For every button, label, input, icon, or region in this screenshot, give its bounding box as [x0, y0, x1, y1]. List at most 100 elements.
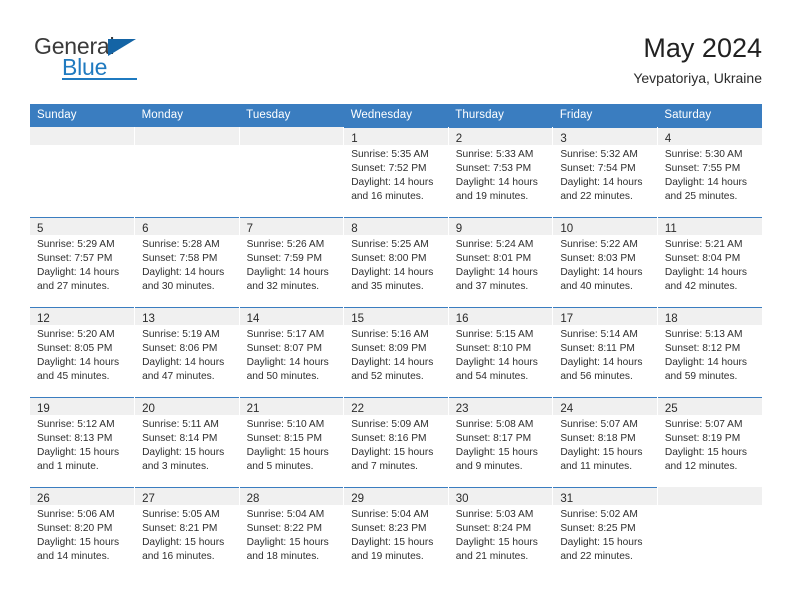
daylight-text: Daylight: 14 hours — [142, 357, 225, 369]
calendar-header-row: Sunday Monday Tuesday Wednesday Thursday Frid… — [30, 104, 762, 127]
daylight-text: Daylight: 14 hours — [246, 357, 329, 369]
sunrise-text: Sunrise: 5:14 AM — [560, 329, 638, 340]
sunrise-text: Sunrise: 5:05 AM — [142, 509, 220, 520]
day-number: 3 — [560, 133, 567, 145]
day-number: 30 — [455, 493, 469, 505]
sunset-text: Sunset: 8:04 PM — [664, 253, 741, 265]
weekday-header-saturday: Saturday — [657, 104, 762, 127]
calendar-day-cell[interactable]: 4 Sunrise: 5:30 AM Sunset: 7:55 PM Daylight… — [657, 127, 762, 217]
sunrise-text: Sunrise: 5:12 AM — [37, 419, 115, 430]
sunset-text: Sunset: 8:06 PM — [142, 343, 218, 355]
calendar-day-cell[interactable]: 26 Sunrise: 5:06 AM Sunset: 8:20 PM Dayligh… — [30, 487, 136, 577]
day-number: 31 — [560, 493, 574, 505]
day-number: 23 — [455, 403, 469, 415]
calendar-day-cell[interactable]: 22 Sunrise: 5:09 AM Sunset: 8:16 PM Dayligh… — [343, 397, 449, 487]
calendar-day-cell[interactable]: 7 Sunrise: 5:26 AM Sunset: 7:59 PM Daylight… — [239, 217, 345, 307]
calendar-week-row: 19 Sunrise: 5:12 AM Sunset: 8:13 PM Dayligh… — [30, 397, 762, 487]
sunrise-text: Sunrise: 5:20 AM — [37, 329, 115, 340]
calendar-day-cell[interactable]: 3 Sunrise: 5:32 AM Sunset: 7:54 PM Daylight… — [552, 127, 658, 217]
calendar-day-cell[interactable]: 19 Sunrise: 5:12 AM Sunset: 8:13 PM Dayligh… — [30, 397, 136, 487]
daylight-text: Daylight: 15 hours — [142, 447, 225, 459]
day-number: 25 — [664, 403, 678, 415]
calendar-day-cell[interactable]: 17 Sunrise: 5:14 AM Sunset: 8:11 PM Dayligh… — [552, 307, 658, 397]
daylight-text: Daylight: 15 hours — [351, 537, 434, 549]
calendar-day-cell[interactable]: 31 Sunrise: 5:02 AM Sunset: 8:25 PM Dayligh… — [552, 487, 658, 577]
sunrise-text: Sunrise: 5:09 AM — [351, 419, 429, 430]
daylight-text: Daylight: 14 hours — [664, 177, 747, 189]
sunrise-text: Sunrise: 5:17 AM — [246, 329, 325, 340]
calendar-day-cell[interactable]: 28 Sunrise: 5:04 AM Sunset: 8:22 PM Dayligh… — [239, 487, 345, 577]
calendar-day-cell[interactable]: 18 Sunrise: 5:13 AM Sunset: 8:12 PM Dayligh… — [657, 307, 762, 397]
calendar-week-row: 12 Sunrise: 5:20 AM Sunset: 8:05 PM Dayligh… — [30, 307, 762, 397]
calendar-day-cell[interactable]: 14 Sunrise: 5:17 AM Sunset: 8:07 PM Dayligh… — [239, 307, 345, 397]
daylight-text-cont: and 56 minutes. — [560, 371, 633, 383]
calendar-day-cell[interactable]: 20 Sunrise: 5:11 AM Sunset: 8:14 PM Dayligh… — [134, 397, 240, 487]
daylight-text: Daylight: 15 hours — [246, 447, 329, 459]
sunrise-text: Sunrise: 5:08 AM — [455, 419, 534, 430]
daylight-text: Daylight: 15 hours — [246, 537, 329, 549]
calendar-day-cell[interactable]: 15 Sunrise: 5:16 AM Sunset: 8:09 PM Dayligh… — [343, 307, 449, 397]
logo-text-blue: Blue — [62, 54, 108, 80]
page-title: May 2024 — [643, 33, 762, 63]
sunset-text: Sunset: 8:24 PM — [455, 523, 532, 535]
daylight-text: Daylight: 15 hours — [455, 447, 538, 459]
calendar-day-cell[interactable]: 9 Sunrise: 5:24 AM Sunset: 8:01 PM Daylight… — [448, 217, 554, 307]
logo-underline — [62, 78, 137, 80]
calendar-day-cell[interactable]: 21 Sunrise: 5:10 AM Sunset: 8:15 PM Dayligh… — [239, 397, 345, 487]
calendar-day-cell[interactable]: 29 Sunrise: 5:04 AM Sunset: 8:23 PM Dayligh… — [343, 487, 449, 577]
daylight-text-cont: and 35 minutes. — [351, 281, 424, 293]
daylight-text-cont: and 40 minutes. — [560, 281, 633, 293]
weekday-header-friday: Friday — [552, 104, 658, 127]
daylight-text: Daylight: 14 hours — [246, 267, 329, 279]
sunset-text: Sunset: 7:59 PM — [246, 253, 322, 265]
weekday-header-tuesday: Tuesday — [239, 104, 344, 127]
daylight-text: Daylight: 15 hours — [664, 447, 747, 459]
day-number: 7 — [246, 223, 254, 235]
calendar-day-cell[interactable]: 23 Sunrise: 5:08 AM Sunset: 8:17 PM Dayligh… — [448, 397, 554, 487]
day-number: 1 — [351, 133, 358, 145]
calendar-day-cell[interactable]: 24 Sunrise: 5:07 AM Sunset: 8:18 PM Dayligh… — [552, 397, 658, 487]
day-number: 19 — [37, 403, 50, 415]
daylight-text: Daylight: 15 hours — [37, 447, 120, 459]
daylight-text: Daylight: 15 hours — [351, 447, 434, 459]
sunset-text: Sunset: 7:57 PM — [37, 253, 113, 265]
calendar-page: General Blue May 2024 Yevpatoriya, Ukrai… — [0, 0, 792, 612]
daylight-text-cont: and 59 minutes. — [664, 371, 738, 383]
daylight-text: Daylight: 14 hours — [351, 267, 434, 279]
calendar-day-cell[interactable]: 30 Sunrise: 5:03 AM Sunset: 8:24 PM Dayligh… — [448, 487, 554, 577]
calendar-day-cell[interactable]: 11 Sunrise: 5:21 AM Sunset: 8:04 PM Dayligh… — [657, 217, 762, 307]
sunrise-text: Sunrise: 5:02 AM — [560, 509, 638, 520]
calendar-day-cell[interactable]: 27 Sunrise: 5:05 AM Sunset: 8:21 PM Dayligh… — [134, 487, 240, 577]
daylight-text-cont: and 11 minutes. — [560, 461, 633, 473]
calendar-day-cell[interactable]: 25 Sunrise: 5:07 AM Sunset: 8:19 PM Dayligh… — [657, 397, 762, 487]
calendar-day-cell[interactable]: 5 Sunrise: 5:29 AM Sunset: 7:57 PM Daylight… — [30, 217, 136, 307]
calendar-day-cell[interactable]: 16 Sunrise: 5:15 AM Sunset: 8:10 PM Dayligh… — [448, 307, 554, 397]
day-number: 4 — [664, 133, 672, 145]
day-number: 2 — [455, 133, 463, 145]
sunrise-text: Sunrise: 5:15 AM — [455, 329, 534, 340]
calendar-day-cell[interactable]: 6 Sunrise: 5:28 AM Sunset: 7:58 PM Daylight… — [134, 217, 240, 307]
sunset-text: Sunset: 8:17 PM — [455, 433, 532, 445]
calendar-day-cell[interactable]: 8 Sunrise: 5:25 AM Sunset: 8:00 PM Daylight… — [343, 217, 449, 307]
calendar-day-cell[interactable]: 12 Sunrise: 5:20 AM Sunset: 8:05 PM Dayligh… — [30, 307, 136, 397]
sunset-text: Sunset: 8:18 PM — [560, 433, 636, 445]
day-number: 13 — [142, 313, 155, 325]
sunset-text: Sunset: 8:07 PM — [246, 343, 322, 355]
daylight-text-cont: and 19 minutes. — [351, 551, 424, 563]
calendar-week-row: 5 Sunrise: 5:29 AM Sunset: 7:57 PM Daylight… — [30, 217, 762, 307]
calendar-day-cell[interactable]: 1 Sunrise: 5:35 AM Sunset: 7:52 PM Daylight… — [343, 127, 449, 217]
sunset-text: Sunset: 8:16 PM — [351, 433, 427, 445]
daylight-text: Daylight: 14 hours — [664, 357, 747, 369]
sunset-text: Sunset: 8:10 PM — [455, 343, 532, 355]
calendar-day-cell[interactable]: 2 Sunrise: 5:33 AM Sunset: 7:53 PM Daylight… — [448, 127, 554, 217]
day-number: 27 — [142, 493, 155, 505]
day-number: 24 — [560, 403, 574, 415]
daylight-text-cont: and 16 minutes. — [142, 551, 215, 563]
general-blue-logo[interactable]: General Blue — [34, 34, 194, 90]
calendar-day-cell[interactable]: 10 Sunrise: 5:22 AM Sunset: 8:03 PM Dayligh… — [552, 217, 658, 307]
calendar-day-cell[interactable]: 13 Sunrise: 5:19 AM Sunset: 8:06 PM Dayligh… — [134, 307, 240, 397]
day-number: 26 — [37, 493, 50, 505]
sunrise-text: Sunrise: 5:04 AM — [246, 509, 325, 520]
daylight-text: Daylight: 14 hours — [560, 357, 643, 369]
sunset-text: Sunset: 7:58 PM — [142, 253, 218, 265]
